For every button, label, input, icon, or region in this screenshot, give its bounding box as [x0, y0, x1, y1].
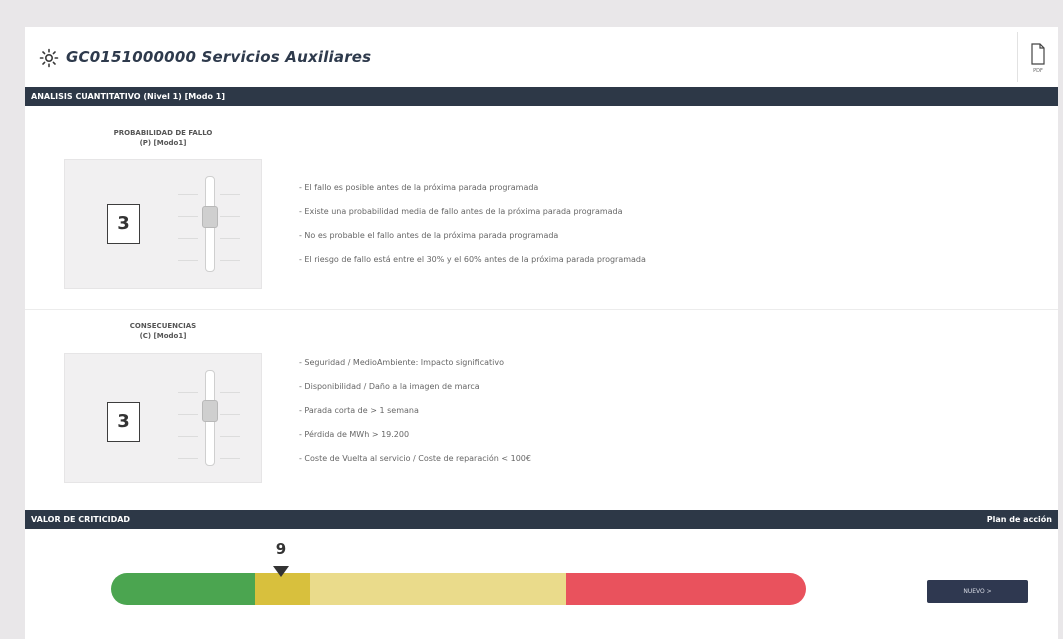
- consequences-title-line1: CONSECUENCIAS: [129, 322, 197, 330]
- criticality-header-bar: VALOR DE CRITICIDAD Plan de acción: [25, 510, 1058, 529]
- probability-slider-thumb[interactable]: [202, 206, 218, 228]
- consequences-slider-panel: 3: [64, 353, 262, 483]
- main-panel: GC0151000000 Servicios Auxiliares PDF AN…: [25, 27, 1058, 639]
- criticality-segment-high: [566, 573, 806, 605]
- consequences-value: 3: [107, 402, 140, 442]
- criticality-value: 9: [275, 540, 287, 558]
- slider-tick: [178, 260, 198, 261]
- probability-slider-panel: 3: [64, 159, 262, 289]
- consequences-item: - Disponibilidad / Daño a la imagen de m…: [299, 382, 480, 391]
- section-divider: [25, 309, 1058, 310]
- slider-tick: [178, 436, 198, 437]
- page-title: GC0151000000 Servicios Auxiliares: [66, 48, 372, 66]
- analysis-header-label: ANALISIS CUANTITATIVO (Nivel 1) [Modo 1]: [31, 92, 225, 101]
- probability-descriptions: - El fallo es posible antes de la próxim…: [299, 182, 646, 278]
- probability-title-line1: PROBABILIDAD DE FALLO: [113, 129, 213, 137]
- sun-icon: [39, 48, 59, 68]
- criticality-segment-current: [255, 573, 310, 605]
- header: GC0151000000 Servicios Auxiliares PDF: [25, 27, 1058, 87]
- pdf-label: PDF: [1033, 68, 1043, 74]
- slider-tick: [220, 392, 240, 393]
- probability-item: - El fallo es posible antes de la próxim…: [299, 183, 539, 192]
- consequences-descriptions: - Seguridad / MedioAmbiente: Impacto sig…: [299, 357, 531, 477]
- consequences-item: - Seguridad / MedioAmbiente: Impacto sig…: [299, 358, 504, 367]
- slider-tick: [220, 436, 240, 437]
- pdf-export-button[interactable]: PDF: [1017, 32, 1058, 82]
- consequences-title: CONSECUENCIAS (C) [Modo1]: [63, 321, 263, 341]
- slider-tick: [178, 414, 198, 415]
- action-plan-link[interactable]: Plan de acción: [987, 510, 1052, 529]
- slider-tick: [220, 216, 240, 217]
- slider-tick: [178, 458, 198, 459]
- criticality-segment-medium: [310, 573, 566, 605]
- slider-tick: [178, 238, 198, 239]
- consequences-item: - Parada corta de > 1 semana: [299, 406, 419, 415]
- slider-tick: [178, 392, 198, 393]
- consequences-item: - Coste de Vuelta al servicio / Coste de…: [299, 454, 531, 463]
- next-button[interactable]: NUEVO >: [927, 580, 1028, 603]
- criticality-scale: [111, 573, 806, 605]
- criticality-segment-low: [111, 573, 255, 605]
- slider-tick: [220, 238, 240, 239]
- probability-item: - El riesgo de fallo está entre el 30% y…: [299, 255, 646, 264]
- slider-tick: [220, 458, 240, 459]
- probability-value: 3: [107, 204, 140, 244]
- consequences-item: - Pérdida de MWh > 19.200: [299, 430, 410, 439]
- slider-tick: [220, 414, 240, 415]
- consequences-title-line2: (C) [Modo1]: [139, 332, 187, 340]
- criticality-marker-icon: [273, 566, 289, 577]
- pdf-file-icon: [1031, 43, 1045, 65]
- probability-title: PROBABILIDAD DE FALLO (P) [Modo1]: [63, 128, 263, 148]
- slider-tick: [178, 216, 198, 217]
- slider-tick: [220, 194, 240, 195]
- probability-title-line2: (P) [Modo1]: [139, 139, 187, 147]
- probability-item: - Existe una probabilidad media de fallo…: [299, 207, 623, 216]
- slider-tick: [220, 260, 240, 261]
- slider-tick: [178, 194, 198, 195]
- criticality-header-label: VALOR DE CRITICIDAD: [31, 515, 131, 524]
- probability-item: - No es probable el fallo antes de la pr…: [299, 231, 559, 240]
- analysis-header-bar: ANALISIS CUANTITATIVO (Nivel 1) [Modo 1]: [25, 87, 1058, 106]
- consequences-slider-thumb[interactable]: [202, 400, 218, 422]
